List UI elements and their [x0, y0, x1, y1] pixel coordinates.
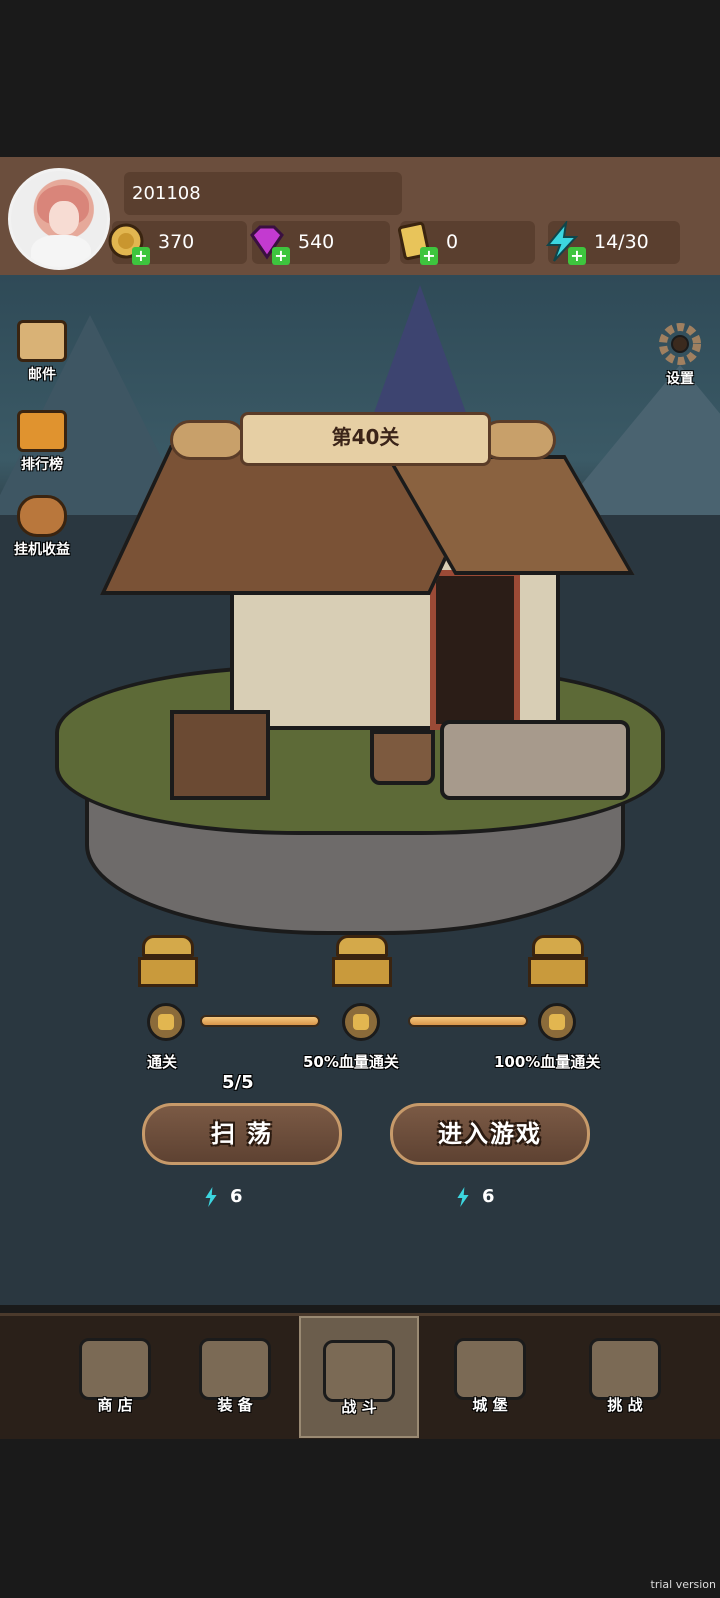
idle-rewards-label: 挂机收益 — [14, 542, 70, 558]
shop-icon — [79, 1338, 151, 1400]
house-door — [430, 570, 520, 730]
reward-chest-2[interactable] — [332, 935, 392, 987]
enter-cost-value: 6 — [482, 1186, 495, 1207]
stage-title: 第40关 — [331, 425, 400, 449]
add-gem-icon[interactable]: + — [272, 247, 290, 265]
trial-watermark: trial version — [650, 1578, 716, 1591]
sword-shield-icon — [323, 1340, 395, 1402]
enter-game-button[interactable]: 进入游戏 — [390, 1103, 590, 1165]
progress-node-1-icon — [147, 1003, 185, 1041]
nav-battle[interactable]: 战 斗 — [299, 1316, 419, 1438]
reward-chest-3[interactable] — [528, 935, 588, 987]
ticket-value: 0 — [446, 231, 459, 253]
nav-shop-label: 商 店 — [97, 1396, 133, 1414]
nav-shop[interactable]: 商 店 — [55, 1316, 175, 1438]
wooden-crate — [170, 710, 270, 800]
energy-resource[interactable]: + 14/30 — [545, 219, 680, 265]
sweep-count: 5/5 — [222, 1072, 254, 1093]
mail-button[interactable]: 邮件 — [2, 320, 82, 384]
progress-bar-2 — [408, 1015, 528, 1027]
enter-game-label: 进入游戏 — [438, 1120, 542, 1148]
player-avatar[interactable] — [8, 168, 110, 270]
gear-icon — [658, 322, 702, 366]
mail-icon — [17, 320, 67, 362]
stone-path — [440, 720, 630, 800]
nav-challenge-label: 挑 战 — [607, 1396, 643, 1414]
gem-value: 540 — [298, 231, 335, 253]
nav-equipment[interactable]: 装 备 — [175, 1316, 295, 1438]
add-ticket-icon[interactable]: + — [420, 247, 438, 265]
player-id: 201108 — [124, 172, 402, 215]
gem-resource[interactable]: + 540 — [250, 221, 390, 265]
treasure-pot-icon — [17, 495, 67, 537]
banner-left-scroll — [170, 420, 246, 460]
idle-rewards-button[interactable]: 挂机收益 — [2, 495, 82, 559]
challenge-icon — [589, 1338, 661, 1400]
energy-value: 14/30 — [594, 231, 649, 253]
progress-node-2-icon — [342, 1003, 380, 1041]
progress-bar-1 — [200, 1015, 320, 1027]
banner-right-scroll — [480, 420, 556, 460]
helmet-icon — [199, 1338, 271, 1400]
gold-resource[interactable]: + 370 — [108, 221, 247, 265]
gold-value: 370 — [158, 231, 195, 253]
ranking-button[interactable]: 排行榜 — [2, 410, 82, 474]
stage-title-banner: 第40关 — [240, 412, 491, 466]
add-energy-icon[interactable]: + — [568, 247, 586, 265]
nav-challenge[interactable]: 挑 战 — [565, 1316, 685, 1438]
sweep-cost-value: 6 — [230, 1186, 243, 1207]
sweep-cost: 6 — [204, 1186, 243, 1207]
nav-battle-label: 战 斗 — [341, 1398, 377, 1416]
condition-full-hp: 100%血量通关 — [494, 1053, 601, 1071]
ranking-label: 排行榜 — [21, 457, 63, 473]
enter-cost: 6 — [456, 1186, 495, 1207]
ticket-resource[interactable]: + 0 — [397, 221, 535, 265]
settings-button[interactable]: 设置 — [640, 322, 720, 388]
plant-pot — [370, 730, 435, 785]
sweep-label: 扫 荡 — [210, 1120, 274, 1148]
condition-clear: 通关 — [147, 1053, 178, 1071]
progress-node-3-icon — [538, 1003, 576, 1041]
add-gold-icon[interactable]: + — [132, 247, 150, 265]
lightning-icon — [205, 1187, 217, 1207]
nav-castle-label: 城 堡 — [472, 1396, 508, 1414]
settings-label: 设置 — [666, 371, 694, 387]
condition-half-hp: 50%血量通关 — [303, 1053, 399, 1071]
mail-label: 邮件 — [28, 367, 56, 383]
castle-icon — [454, 1338, 526, 1400]
nav-castle[interactable]: 城 堡 — [430, 1316, 550, 1438]
ranking-icon — [17, 410, 67, 452]
nav-equipment-label: 装 备 — [217, 1396, 253, 1414]
lightning-icon — [457, 1187, 469, 1207]
reward-chest-1[interactable] — [138, 935, 198, 987]
sweep-button[interactable]: 扫 荡 — [142, 1103, 342, 1165]
